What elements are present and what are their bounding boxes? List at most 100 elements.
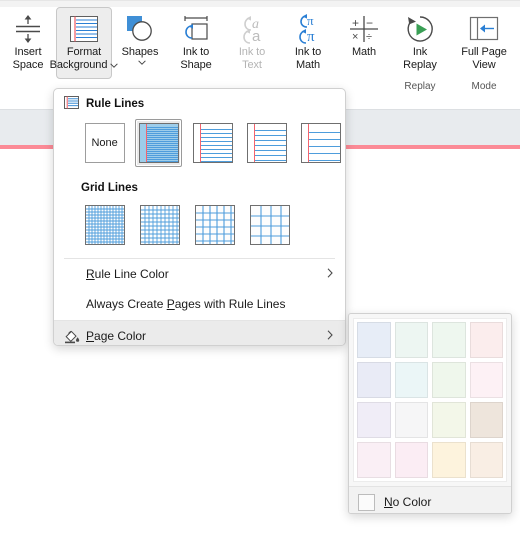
page-color-submenu: No Color [348, 313, 512, 514]
ink-to-math-label-line1: Ink to [294, 46, 322, 58]
ink-replay-icon [404, 12, 436, 46]
ruled-page-icon [70, 12, 98, 46]
ink-to-math-button[interactable]: π π Ink to Math [280, 7, 336, 79]
ink-replay-label-line2-text: Replay [403, 59, 437, 71]
rule-lines-narrow-thumbnail [138, 123, 179, 163]
svg-text:π: π [307, 29, 315, 44]
svg-text:−: − [366, 16, 373, 30]
math-button[interactable]: + − × ÷ Math [336, 7, 392, 79]
grid-lines-very-large-thumbnail [250, 205, 290, 245]
full-page-view-icon [468, 12, 500, 46]
grid-lines-large[interactable] [191, 201, 239, 249]
rule-line-color-label: Rule Line Color [86, 267, 169, 281]
ink-to-shape-label-line2-text: Shape [180, 59, 212, 71]
ink-to-math-label-line2: Math [296, 59, 320, 72]
format-background-button[interactable]: Format Background [50, 7, 119, 79]
rule-lines-gallery: None [54, 115, 345, 175]
swatch-tan[interactable] [469, 402, 503, 438]
ribbon-group-label: Replay [404, 81, 436, 92]
always-create-pages-with-rule-lines-label: Always Create Pages with Rule Lines [86, 297, 286, 311]
ink-to-text-label-line1: Ink to [238, 46, 266, 58]
ribbon-group-buttons: Shapes [112, 7, 168, 79]
rule-lines-college-thumbnail [193, 123, 233, 163]
swatch-pink-pale[interactable] [469, 362, 503, 398]
ribbon-group-buttons: Full Page View [448, 7, 520, 79]
ribbon-group-buttons: Ink to Shape a a Ink to Text π π Ink to Mat… [168, 7, 392, 79]
ink-to-shape-label-line2: Shape [180, 59, 211, 72]
grid-lines-very-large[interactable] [246, 201, 294, 249]
ribbon-groups: Insert Space Format Background Shapes Ink … [0, 7, 520, 96]
swatch-red-light[interactable] [469, 322, 503, 358]
rule-lines-section-header: Rule Lines [54, 89, 345, 115]
rule-lines-wide-thumbnail [247, 123, 288, 163]
grid-lines-small[interactable] [81, 201, 129, 249]
chevron-down-icon[interactable] [137, 59, 146, 67]
grid-lines-title: Grid Lines [81, 182, 138, 194]
ink-to-math-label-line2-text: Math [295, 59, 321, 71]
rule-lines-none[interactable]: None [81, 119, 128, 167]
grid-lines-small-thumbnail [85, 205, 125, 245]
rule-lines-none-thumbnail: None [84, 123, 125, 163]
ink-to-shape-button[interactable]: Ink to Shape [168, 7, 224, 79]
shapes-label-line2 [135, 59, 146, 67]
format-background-label-line2: Background [50, 59, 119, 72]
ink-to-math-icon: π π [292, 12, 324, 46]
ribbon-group-buttons: Insert Space [0, 7, 56, 79]
ribbon-toolbar: Insert Space Format Background Shapes Ink … [0, 0, 520, 96]
full-page-view-button[interactable]: Full Page View [448, 7, 520, 79]
no-color-swatch-icon [358, 493, 375, 511]
ink-to-shape-label-line1: Ink to [182, 46, 210, 58]
grid-lines-medium-thumbnail [140, 205, 180, 245]
swatch-lavender[interactable] [357, 402, 391, 438]
insert-space-icon [12, 12, 44, 46]
ink-to-text-button[interactable]: a a Ink to Text [224, 7, 280, 79]
insert-space-label-line2-text: Space [12, 59, 44, 71]
swatch-magenta-pale[interactable] [394, 442, 428, 478]
grid-lines-large-thumbnail [195, 205, 235, 245]
rule-lines-extra-wide[interactable] [298, 119, 345, 167]
margin-line [200, 124, 201, 162]
ink-replay-button[interactable]: Ink Replay [392, 7, 448, 79]
chevron-right-icon [327, 329, 335, 343]
chevron-right-icon [327, 267, 335, 281]
rule-lines-wide[interactable] [244, 119, 291, 167]
swatch-grey-pale[interactable] [394, 402, 428, 438]
rule-line-color-menu-item[interactable]: Rule Line Color [54, 259, 345, 289]
svg-text:π: π [307, 14, 314, 28]
swatch-periwinkle[interactable] [357, 362, 391, 398]
color-swatch-grid [353, 318, 507, 482]
ink-to-text-icon: a a [236, 12, 268, 46]
rule-lines-college[interactable] [189, 119, 236, 167]
margin-line [308, 124, 310, 162]
shapes-label-line1: Shapes [121, 46, 159, 58]
grid-lines-gallery [54, 197, 345, 257]
grid-lines-medium[interactable] [136, 201, 184, 249]
swatch-green-light[interactable] [432, 322, 466, 358]
insert-space-button[interactable]: Insert Space [0, 7, 56, 79]
swatch-teal-light[interactable] [394, 322, 428, 358]
ribbon-group-mode: Full Page View Mode [448, 7, 520, 96]
always-create-pages-with-rule-lines-menu-item[interactable]: Always Create Pages with Rule Lines [54, 289, 345, 319]
svg-text:×: × [352, 31, 358, 43]
paint-bucket-icon [64, 329, 86, 344]
swatch-rose-pale[interactable] [357, 442, 391, 478]
swatch-peach[interactable] [469, 442, 503, 478]
shapes-button[interactable]: Shapes [112, 7, 168, 79]
rule-lines-narrow[interactable] [135, 119, 183, 167]
math-label-line1: Math [351, 46, 377, 58]
swatch-mint-pale[interactable] [432, 362, 466, 398]
no-color-label: No Color [384, 495, 432, 509]
rule-lines-extra-wide-thumbnail [301, 123, 342, 163]
swatch-cyan-pale[interactable] [394, 362, 428, 398]
page-color-menu-item[interactable]: Page Color [54, 321, 345, 345]
ribbon-group-buttons: Ink Replay [392, 7, 448, 79]
ribbon-group-ink: Format Background [50, 7, 119, 96]
swatch-cream[interactable] [432, 442, 466, 478]
no-color-button[interactable]: No Color [349, 486, 511, 513]
swatch-lime-pale[interactable] [432, 402, 466, 438]
ink-to-text-label-line2-text: Text [242, 59, 262, 71]
ribbon-group-ink: Ink to Shape a a Ink to Text π π Ink to Mat… [168, 7, 392, 96]
swatch-blue-light[interactable] [357, 322, 391, 358]
ribbon-group-ink: Shapes [112, 7, 168, 96]
format-background-menu: Rule Lines None Grid Lines Rule Line Col… [53, 88, 346, 346]
